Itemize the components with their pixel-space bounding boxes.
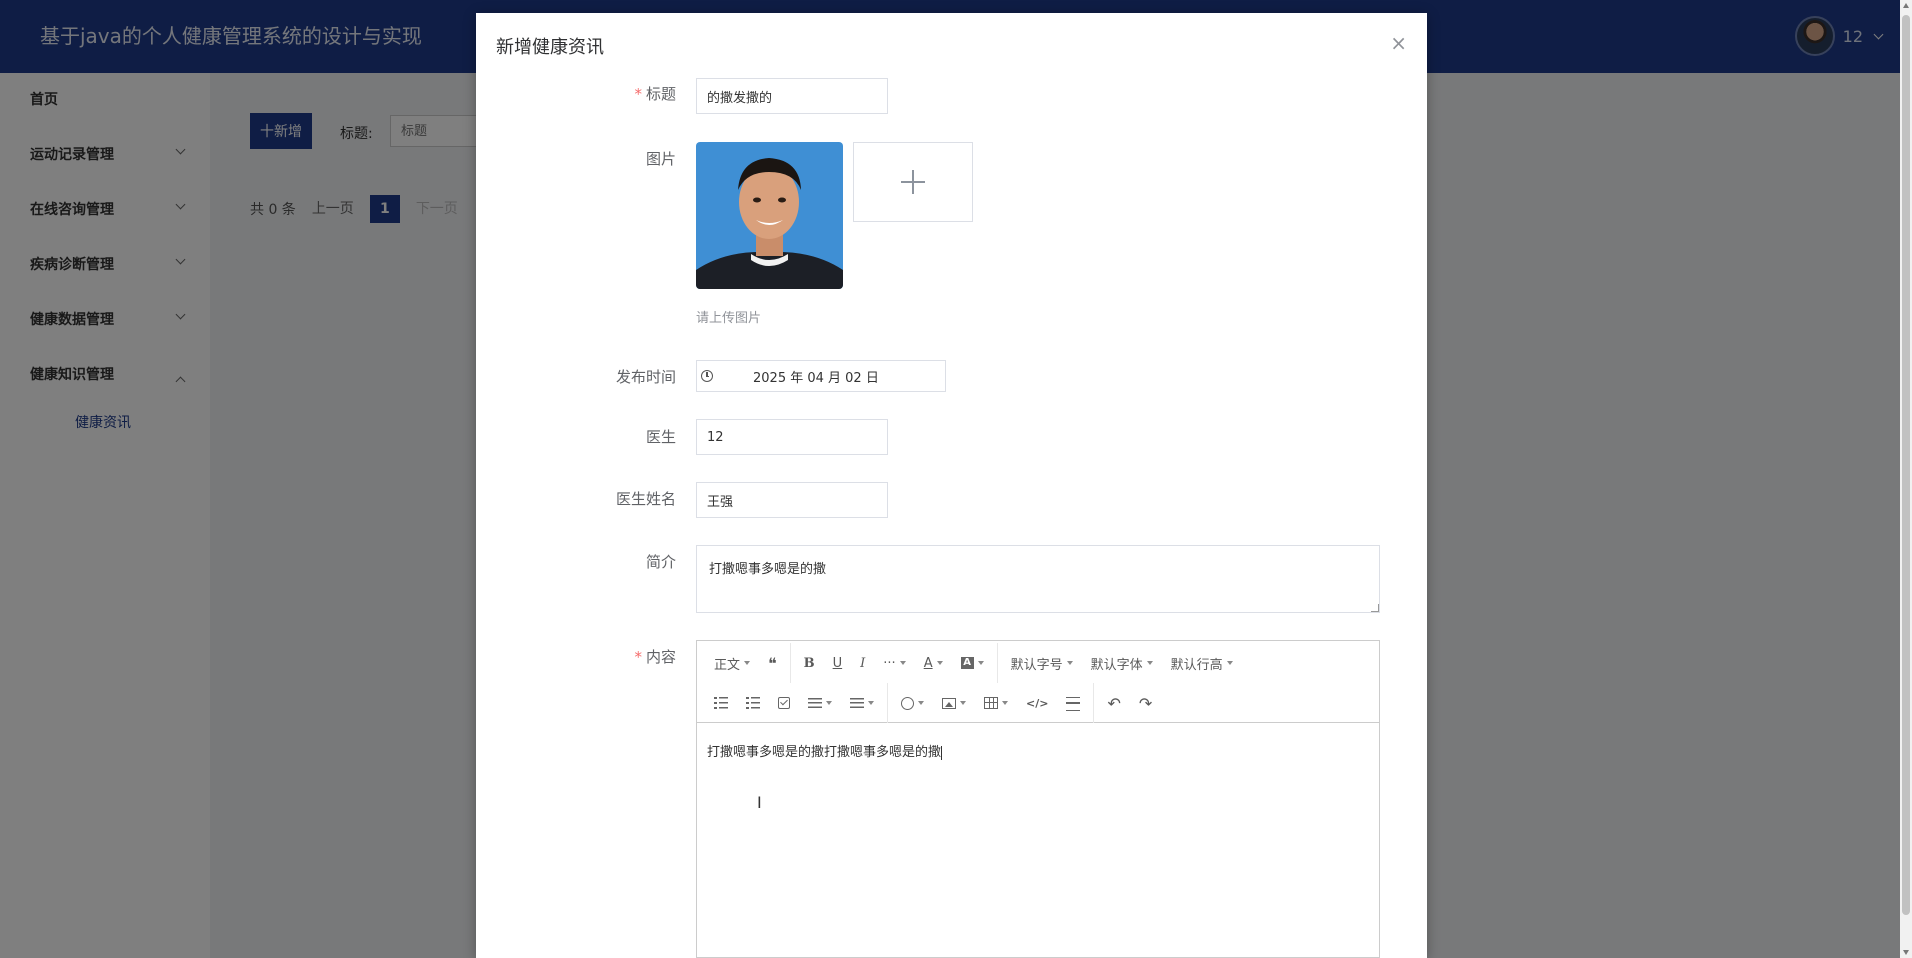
insert-table-button[interactable] xyxy=(975,688,1017,718)
title-input[interactable] xyxy=(696,78,888,114)
undo-icon: ↶ xyxy=(1107,693,1121,713)
code-icon: </> xyxy=(1026,696,1049,710)
bulleted-list-button[interactable] xyxy=(705,688,737,718)
divider-icon xyxy=(1066,696,1081,711)
content-label: * 内容 xyxy=(634,648,676,666)
divider-button[interactable] xyxy=(1057,688,1089,718)
bg-color-icon: A xyxy=(960,657,974,669)
align-left-icon xyxy=(808,696,822,710)
portrait-photo xyxy=(696,142,843,289)
checkbox-icon xyxy=(778,697,790,709)
rich-text-editor: 正文 ❝ B U I ··· A A 默认字号 默认字体 默认行高 </> ↶ … xyxy=(696,640,1380,958)
bg-color-button[interactable]: A xyxy=(952,648,993,678)
insert-image-button[interactable] xyxy=(933,688,975,718)
editor-text: 打撒嗯事多嗯是的撒打撒嗯事多嗯是的撒 xyxy=(707,745,942,760)
italic-icon: I xyxy=(860,655,866,671)
doctor-name-input[interactable] xyxy=(696,482,888,518)
doctor-name-label: 医生姓名 xyxy=(615,490,676,508)
resize-handle-icon[interactable] xyxy=(1371,604,1379,612)
underline-icon: U xyxy=(832,655,843,671)
font-color-button[interactable]: A xyxy=(915,648,952,678)
doctor-input[interactable] xyxy=(696,419,888,455)
dialog-title: 新增健康资讯 xyxy=(496,37,604,58)
bulleted-list-icon xyxy=(714,696,728,710)
undo-button[interactable]: ↶ xyxy=(1098,688,1129,718)
numbered-list-icon xyxy=(746,696,760,710)
line-height-select[interactable]: 默认行高 xyxy=(1162,648,1242,678)
scroll-thumb[interactable] xyxy=(1902,15,1910,915)
italic-button[interactable]: I xyxy=(851,648,874,678)
bold-button[interactable]: B xyxy=(795,648,824,678)
paragraph-format-button[interactable]: 正文 xyxy=(705,648,759,678)
font-color-icon: A xyxy=(923,655,933,671)
editor-toolbar: 正文 ❝ B U I ··· A A 默认字号 默认字体 默认行高 </> ↶ … xyxy=(697,641,1379,723)
ibeam-cursor-icon: I xyxy=(757,793,762,812)
indent-icon xyxy=(850,696,864,710)
title-label: * 标题 xyxy=(634,85,676,103)
redo-button[interactable]: ↷ xyxy=(1130,688,1161,718)
code-button[interactable]: </> xyxy=(1017,688,1057,718)
emoji-icon xyxy=(901,696,914,710)
bold-icon: B xyxy=(803,655,815,671)
scroll-down-icon[interactable] xyxy=(1903,950,1909,955)
more-icon: ··· xyxy=(883,655,896,671)
close-icon[interactable]: × xyxy=(1390,31,1407,55)
summary-textarea[interactable]: 打撒嗯事多嗯是的撒 xyxy=(696,545,1380,613)
add-health-news-dialog: 新增健康资讯 × *标题 图片 请上传图片 发布时间 2025 年 04 月 0… xyxy=(476,13,1427,958)
uploaded-image[interactable] xyxy=(696,142,843,289)
redo-icon: ↷ xyxy=(1138,693,1153,713)
font-size-select[interactable]: 默认字号 xyxy=(1002,648,1082,678)
image-label: 图片 xyxy=(645,150,676,168)
indent-button[interactable] xyxy=(841,688,883,718)
more-button[interactable]: ··· xyxy=(874,648,914,678)
align-button[interactable] xyxy=(799,688,841,718)
emoji-button[interactable] xyxy=(892,688,933,718)
doctor-label: 医生 xyxy=(645,428,676,446)
quote-icon: ❝ xyxy=(768,653,777,673)
upload-tip: 请上传图片 xyxy=(696,311,762,326)
todo-list-button[interactable] xyxy=(769,688,799,718)
plus-icon xyxy=(901,170,925,194)
image-icon xyxy=(942,697,956,709)
publish-time-picker[interactable]: 2025 年 04 月 02 日 xyxy=(696,360,946,392)
summary-label: 简介 xyxy=(645,553,676,571)
publish-time-value: 2025 年 04 月 02 日 xyxy=(753,370,879,386)
upload-add-button[interactable] xyxy=(853,142,973,222)
quote-button[interactable]: ❝ xyxy=(759,648,786,678)
clock-icon xyxy=(701,370,713,382)
scroll-up-icon[interactable] xyxy=(1903,3,1909,8)
publish-time-label: 发布时间 xyxy=(615,368,676,386)
table-icon xyxy=(984,697,998,709)
numbered-list-button[interactable] xyxy=(737,688,769,718)
font-family-select[interactable]: 默认字体 xyxy=(1082,648,1162,678)
editor-content-area[interactable]: 打撒嗯事多嗯是的撒打撒嗯事多嗯是的撒 I xyxy=(697,723,1379,957)
text-cursor xyxy=(941,745,943,760)
underline-button[interactable]: U xyxy=(824,648,852,678)
page-scrollbar[interactable] xyxy=(1900,0,1912,958)
